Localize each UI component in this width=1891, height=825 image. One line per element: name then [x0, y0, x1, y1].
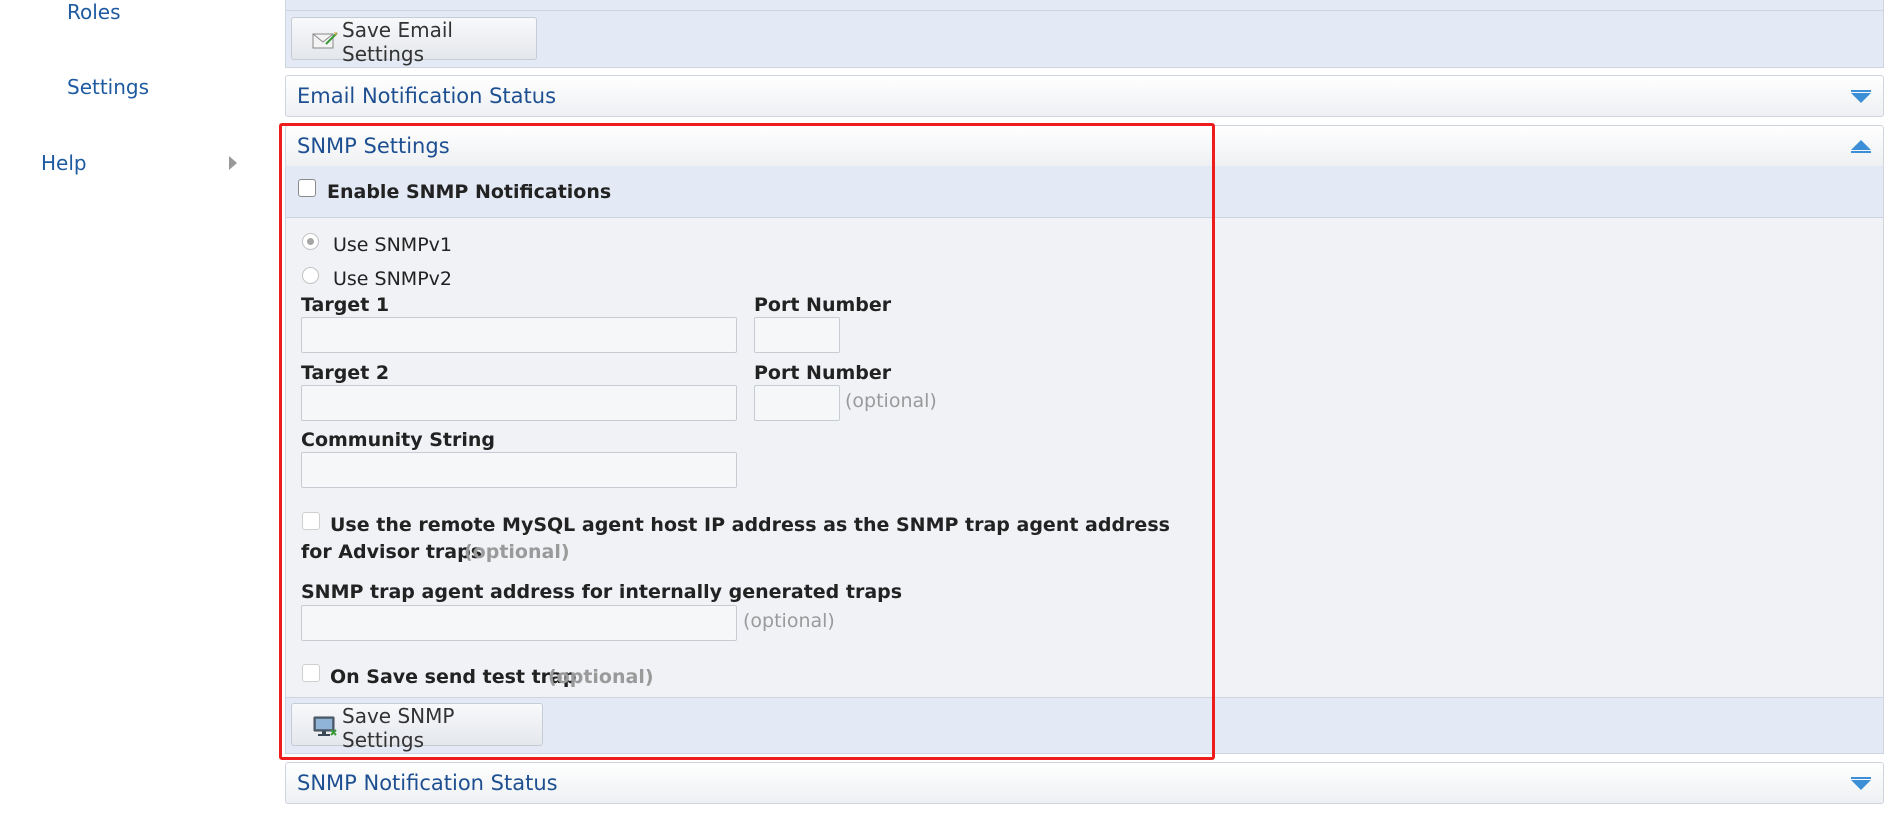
port2-input[interactable]	[754, 385, 840, 421]
monitor-icon	[312, 716, 338, 743]
test-trap-optional-hint: (optional)	[548, 666, 654, 688]
save-email-settings-label: Save Email Settings	[342, 18, 453, 66]
snmp-settings-header[interactable]: SNMP Settings	[285, 125, 1884, 167]
enable-snmp-checkbox[interactable]	[298, 179, 316, 197]
trap-agent-address-label: SNMP trap agent address for internally g…	[301, 581, 903, 603]
panel-title: SNMP Notification Status	[297, 771, 558, 795]
trap-agent-address-input[interactable]	[301, 605, 737, 641]
port1-label: Port Number	[754, 294, 892, 316]
email-notification-status-header[interactable]: Email Notification Status	[285, 75, 1884, 117]
remote-agent-optional-hint: (optional)	[464, 541, 570, 563]
target2-input[interactable]	[301, 385, 737, 421]
expand-arrow-icon[interactable]	[1851, 90, 1871, 103]
save-snmp-settings-button[interactable]: Save SNMP Settings	[291, 703, 543, 752]
remote-agent-checkbox[interactable]	[302, 512, 320, 530]
community-string-input[interactable]	[301, 452, 737, 488]
divider	[286, 10, 1883, 11]
snmp-v2-label: Use SNMPv2	[333, 268, 452, 290]
port2-label: Port Number	[754, 362, 892, 384]
remote-agent-label: Use the remote MySQL agent host IP addre…	[330, 514, 1170, 536]
chevron-right-icon[interactable]	[229, 156, 237, 170]
save-snmp-settings-label: Save SNMP Settings	[342, 704, 455, 752]
target2-label: Target 2	[301, 362, 390, 384]
snmp-v2-radio[interactable]	[302, 267, 319, 284]
collapse-arrow-icon[interactable]	[1851, 140, 1871, 153]
snmp-v1-label: Use SNMPv1	[333, 234, 452, 256]
sidebar-item-help[interactable]: Help	[41, 151, 87, 175]
target1-label: Target 1	[301, 294, 390, 316]
target1-input[interactable]	[301, 317, 737, 353]
sidebar-item-roles[interactable]: Roles	[67, 0, 121, 24]
panel-title: SNMP Settings	[297, 134, 450, 158]
sidebar-item-settings[interactable]: Settings	[67, 75, 149, 99]
enable-snmp-label: Enable SNMP Notifications	[327, 181, 612, 203]
snmp-v1-radio[interactable]	[302, 233, 319, 250]
panel-title: Email Notification Status	[297, 84, 557, 108]
save-email-settings-button[interactable]: Save Email Settings	[291, 17, 537, 66]
expand-arrow-icon[interactable]	[1851, 777, 1871, 790]
test-trap-checkbox[interactable]	[302, 664, 320, 682]
port1-input[interactable]	[754, 317, 840, 353]
snmp-notification-status-header[interactable]: SNMP Notification Status	[285, 762, 1884, 804]
trap-agent-optional-hint: (optional)	[743, 610, 835, 632]
remote-agent-label-line2: for Advisor traps	[301, 541, 483, 563]
community-string-label: Community String	[301, 429, 496, 451]
test-trap-label: On Save send test trap	[330, 666, 577, 688]
email-icon	[312, 30, 338, 55]
port2-optional-hint: (optional)	[845, 390, 937, 412]
